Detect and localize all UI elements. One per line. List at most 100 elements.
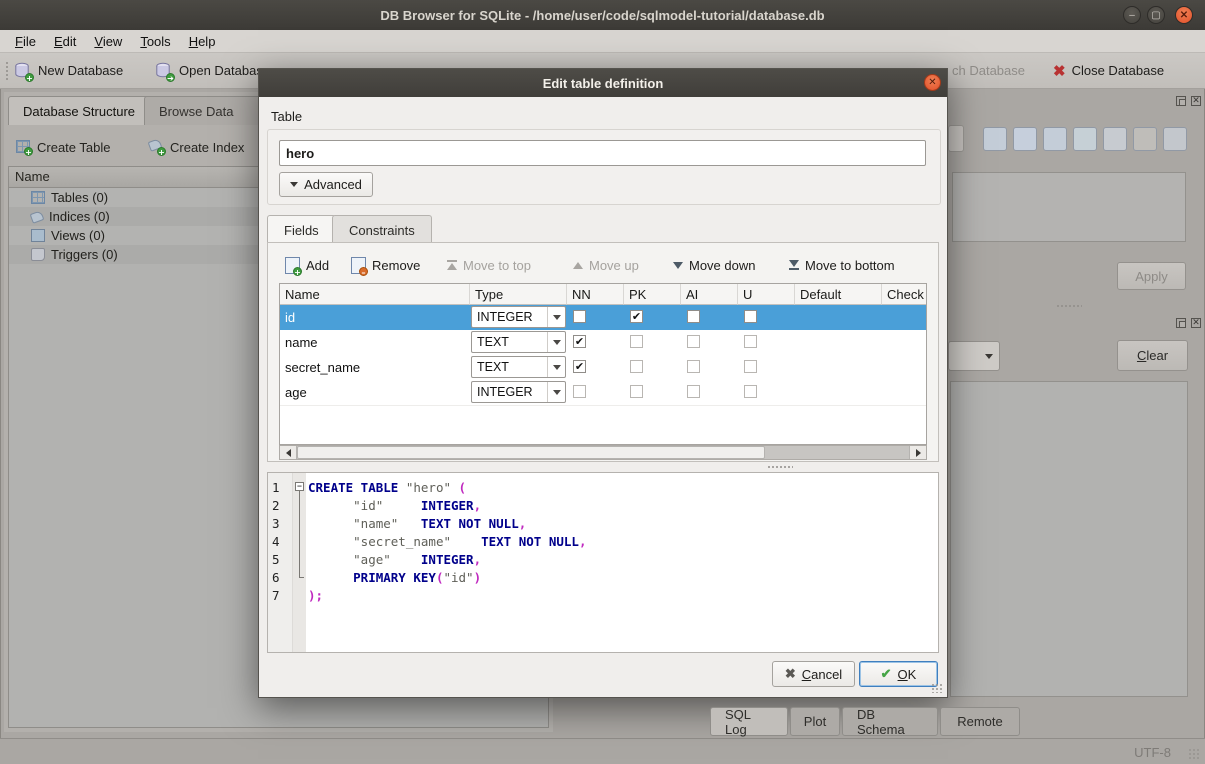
- dialog-close-icon[interactable]: ✕: [924, 74, 941, 91]
- move-down-icon: [673, 262, 683, 269]
- bottom-tab-sql-log[interactable]: SQL Log: [710, 707, 788, 736]
- encoding-indicator[interactable]: UTF-8: [1134, 745, 1171, 760]
- new-database-button[interactable]: + New Database: [14, 57, 123, 84]
- column-header-type[interactable]: Type: [470, 284, 567, 305]
- fields-grid-hscrollbar[interactable]: [279, 445, 927, 460]
- dock-float-icon[interactable]: [1176, 96, 1186, 106]
- nn-checkbox[interactable]: ✔: [573, 335, 586, 348]
- unique-checkbox[interactable]: [744, 335, 757, 348]
- remove-button[interactable]: –Remove: [351, 253, 420, 277]
- menubar: FileEditViewToolsHelp: [0, 30, 1205, 53]
- advanced-button[interactable]: Advanced: [279, 172, 373, 197]
- create-index-button[interactable]: + Create Index: [149, 134, 244, 160]
- open-file-icon[interactable]: [1013, 127, 1037, 151]
- table-row[interactable]: idINTEGER ✔: [280, 305, 926, 330]
- minimize-icon[interactable]: –: [1123, 6, 1141, 24]
- tab-fields[interactable]: Fields: [267, 215, 336, 244]
- move-down-button[interactable]: Move down: [673, 253, 755, 277]
- pk-checkbox[interactable]: [630, 385, 643, 398]
- bottom-tab-remote[interactable]: Remote: [940, 707, 1020, 736]
- toolbar-grip[interactable]: [5, 61, 9, 81]
- move-to-bottom-button[interactable]: Move to bottom: [789, 253, 895, 277]
- resize-grip[interactable]: [1188, 748, 1200, 760]
- field-name-cell[interactable]: id: [280, 305, 470, 330]
- add-button[interactable]: +Add: [285, 253, 329, 277]
- export-file-icon[interactable]: [1073, 127, 1097, 151]
- open-database-button[interactable]: ➔ Open Database: [155, 57, 270, 84]
- table-row[interactable]: nameTEXT ✔: [280, 330, 926, 356]
- sql-log-textarea[interactable]: [950, 381, 1188, 697]
- dock-close-icon[interactable]: ✕: [1191, 96, 1201, 106]
- cancel-button[interactable]: ✖ Cancel: [772, 661, 855, 687]
- fold-collapse-icon[interactable]: –: [295, 482, 304, 491]
- unique-checkbox[interactable]: [744, 385, 757, 398]
- column-header-nn[interactable]: NN: [567, 284, 624, 305]
- column-header-check[interactable]: Check: [882, 284, 927, 305]
- titlebar[interactable]: DB Browser for SQLite - /home/user/code/…: [0, 0, 1205, 30]
- nn-checkbox[interactable]: [573, 310, 586, 323]
- column-header-pk[interactable]: PK: [624, 284, 681, 305]
- cell-mode-combobox-partial[interactable]: [948, 125, 964, 152]
- column-header-ai[interactable]: AI: [681, 284, 738, 305]
- print-icon[interactable]: [1163, 127, 1187, 151]
- ok-button[interactable]: ✔ OK: [859, 661, 938, 687]
- link-data-icon[interactable]: [1103, 127, 1127, 151]
- scroll-left-icon[interactable]: [280, 446, 297, 459]
- field-type-combobox[interactable]: INTEGER: [471, 381, 566, 403]
- dialog-titlebar[interactable]: Edit table definition: [259, 69, 947, 97]
- menu-edit[interactable]: Edit: [45, 32, 85, 51]
- pk-checkbox[interactable]: [630, 335, 643, 348]
- dock-close-icon[interactable]: ✕: [1191, 318, 1201, 328]
- field-name-cell[interactable]: age: [280, 380, 470, 405]
- nn-checkbox[interactable]: [573, 385, 586, 398]
- dialog-splitter-handle[interactable]: [767, 465, 793, 469]
- table-row[interactable]: secret_nameTEXT ✔: [280, 355, 926, 381]
- clear-log-button[interactable]: Clear: [1117, 340, 1188, 371]
- set-null-icon[interactable]: [1133, 127, 1157, 151]
- close-database-button[interactable]: ✖ Close Database: [1053, 57, 1164, 84]
- bottom-tab-plot[interactable]: Plot: [790, 707, 840, 736]
- fields-grid[interactable]: NameTypeNNPKAIUDefaultCheck idINTEGER✔na…: [279, 283, 927, 445]
- scrollbar-thumb[interactable]: [297, 446, 765, 459]
- field-name-cell[interactable]: name: [280, 330, 470, 355]
- save-file-icon[interactable]: [1043, 127, 1067, 151]
- table-name-input[interactable]: hero: [279, 140, 926, 166]
- table-row[interactable]: ageINTEGER: [280, 380, 926, 406]
- pk-checkbox[interactable]: ✔: [630, 310, 643, 323]
- scroll-right-icon[interactable]: [909, 446, 926, 459]
- field-type-combobox[interactable]: TEXT: [471, 331, 566, 353]
- dock-float-icon[interactable]: [1176, 318, 1186, 328]
- bottom-tab-db-schema[interactable]: DB Schema: [842, 707, 938, 736]
- field-type-combobox[interactable]: INTEGER: [471, 306, 566, 328]
- ai-checkbox[interactable]: [687, 360, 700, 373]
- window-close-icon[interactable]: ✕: [1175, 6, 1193, 24]
- sql-line-number: 4: [272, 533, 280, 551]
- menu-help[interactable]: Help: [180, 32, 225, 51]
- ai-checkbox[interactable]: [687, 385, 700, 398]
- dock-splitter-handle[interactable]: [1056, 304, 1082, 308]
- tab-database-structure[interactable]: Database Structure: [8, 96, 150, 125]
- sql-log-dock-controls: ✕: [1176, 318, 1201, 328]
- sql-preview[interactable]: 1CREATE TABLE "hero" (2 "id" INTEGER,3 "…: [267, 472, 939, 653]
- unique-checkbox[interactable]: [744, 360, 757, 373]
- column-header-name[interactable]: Name: [280, 284, 470, 305]
- menu-file[interactable]: File: [6, 32, 45, 51]
- ai-checkbox[interactable]: [687, 335, 700, 348]
- column-header-default[interactable]: Default: [795, 284, 882, 305]
- sql-log-filter-combobox[interactable]: [948, 341, 1000, 371]
- column-header-u[interactable]: U: [738, 284, 795, 305]
- dialog-resize-grip[interactable]: [931, 683, 943, 693]
- unique-checkbox[interactable]: [744, 310, 757, 323]
- field-type-combobox[interactable]: TEXT: [471, 356, 566, 378]
- field-name-cell[interactable]: secret_name: [280, 355, 470, 380]
- menu-tools[interactable]: Tools: [131, 32, 179, 51]
- import-text-icon[interactable]: [983, 127, 1007, 151]
- maximize-icon[interactable]: ▢: [1147, 6, 1165, 24]
- ai-checkbox[interactable]: [687, 310, 700, 323]
- tab-constraints[interactable]: Constraints: [332, 215, 432, 244]
- menu-view[interactable]: View: [85, 32, 131, 51]
- nn-checkbox[interactable]: ✔: [573, 360, 586, 373]
- create-table-button[interactable]: + Create Table: [16, 134, 110, 160]
- cell-editor-textarea[interactable]: [952, 172, 1186, 242]
- pk-checkbox[interactable]: [630, 360, 643, 373]
